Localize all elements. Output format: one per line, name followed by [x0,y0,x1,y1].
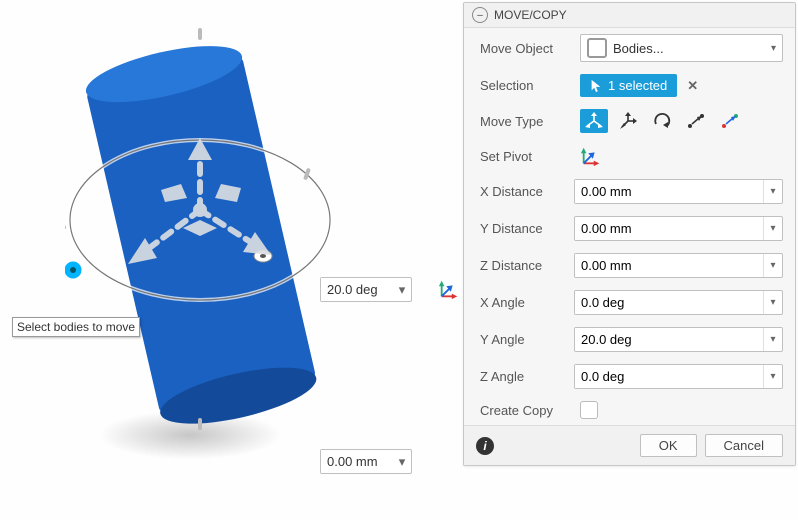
clear-selection-button[interactable]: ✕ [683,78,702,94]
z-distance-input[interactable]: ▾ [574,253,783,278]
viewport-3d[interactable]: Select bodies to move ▾ ▾ [0,0,463,520]
move-type-point-to-position[interactable] [716,109,744,133]
dropdown-caret-icon[interactable]: ▾ [763,328,782,351]
panel-title: MOVE/COPY [494,8,567,22]
label-selection: Selection [480,78,572,93]
angle-input[interactable] [321,278,393,301]
info-icon[interactable]: i [476,437,494,455]
dropdown-caret-icon[interactable]: ▾ [763,217,782,240]
label-z-angle: Z Angle [480,369,566,384]
dropdown-caret-icon: ▾ [771,43,776,54]
set-pivot-button[interactable] [580,145,602,167]
dropdown-caret-icon[interactable]: ▾ [763,180,782,203]
y-distance-input[interactable]: ▾ [574,216,783,241]
move-type-point-to-point[interactable] [682,109,710,133]
move-copy-panel: – MOVE/COPY Move Object Bodies... ▾ Sele… [463,2,796,466]
edge-marker [65,218,67,230]
ring-handle-left[interactable] [65,260,83,280]
dropdown-caret-icon[interactable]: ▾ [393,454,411,470]
bodies-icon [587,38,607,58]
label-z-distance: Z Distance [480,258,566,273]
edge-marker [198,418,202,430]
label-create-copy: Create Copy [480,403,572,418]
floating-distance-input[interactable]: ▾ [320,449,412,474]
move-type-translate[interactable] [614,109,642,133]
move-type-free[interactable] [580,109,608,133]
tooltip-select-bodies: Select bodies to move [12,317,140,337]
label-x-distance: X Distance [480,184,566,199]
cancel-button[interactable]: Cancel [705,434,783,457]
ok-button[interactable]: OK [640,434,697,457]
label-y-distance: Y Distance [480,221,566,236]
floating-angle-input[interactable]: ▾ [320,277,412,302]
dropdown-caret-icon[interactable]: ▾ [763,365,782,388]
distance-input[interactable] [321,450,393,473]
cursor-icon [590,79,602,93]
edge-marker [198,28,202,40]
z-angle-input[interactable]: ▾ [574,364,783,389]
x-distance-input[interactable]: ▾ [574,179,783,204]
dropdown-caret-icon[interactable]: ▾ [393,282,411,298]
move-object-dropdown[interactable]: Bodies... ▾ [580,34,783,62]
dropdown-caret-icon[interactable]: ▾ [763,291,782,314]
selection-badge[interactable]: 1 selected [580,74,677,97]
cylinder-body[interactable] [65,0,335,460]
x-angle-input[interactable]: ▾ [574,290,783,315]
move-type-rotate[interactable] [648,109,676,133]
set-pivot-icon[interactable] [438,278,460,300]
create-copy-checkbox[interactable] [580,401,598,419]
panel-header: – MOVE/COPY [464,3,795,28]
collapse-icon[interactable]: – [472,7,488,23]
move-object-value: Bodies... [613,41,664,56]
dropdown-caret-icon[interactable]: ▾ [763,254,782,277]
y-angle-input[interactable]: ▾ [574,327,783,352]
label-move-object: Move Object [480,41,572,56]
label-set-pivot: Set Pivot [480,149,572,164]
label-x-angle: X Angle [480,295,566,310]
selection-count: 1 selected [608,78,667,93]
label-y-angle: Y Angle [480,332,566,347]
label-move-type: Move Type [480,114,572,129]
